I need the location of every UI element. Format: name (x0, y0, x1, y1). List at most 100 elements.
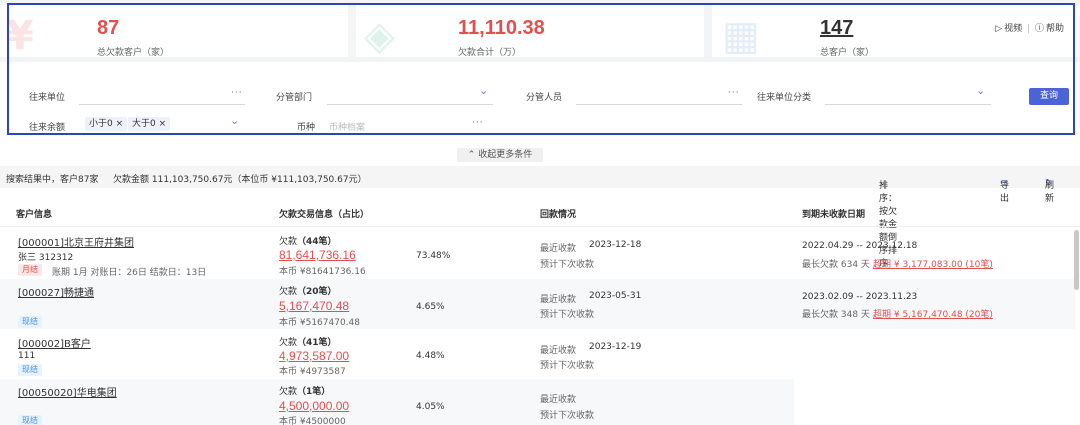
last-receipt-date: 2023-12-18 (589, 240, 642, 250)
tag-text: 小于0 (89, 119, 113, 129)
document-stamp-icon: ◈ (364, 13, 395, 59)
category-label: 往来单位分类 (757, 93, 812, 103)
settle-badge: 月结 (18, 264, 42, 276)
question-icon: ⓘ (1034, 24, 1044, 34)
staff-input[interactable] (576, 104, 742, 105)
debt-ratio: 73.48% (416, 251, 451, 261)
partner-input[interactable] (79, 104, 245, 105)
stat-value: 87 (97, 17, 120, 39)
debt-title: 欠款 (279, 287, 298, 297)
customer-link[interactable]: [000002]B客户 (18, 339, 91, 350)
category-select[interactable] (825, 104, 991, 105)
overdue-link[interactable]: 超期 ¥ 5,167,470.48 (20笔) (873, 310, 993, 320)
partner-label: 往来单位 (29, 93, 66, 103)
table-header: 客户信息 欠款交易信息（占比） 回款情况 到期未收款日期 (0, 195, 1080, 227)
ellipsis-icon[interactable]: ··· (231, 88, 243, 98)
ellipsis-icon[interactable]: ··· (728, 88, 740, 98)
stat-value: 11,110.38 (458, 17, 545, 39)
balance-tag-gt0[interactable]: 大于0 × (128, 117, 171, 131)
customer-link[interactable]: [000027]畅捷通 (18, 288, 94, 299)
col-due: 到期未收款日期 (802, 210, 866, 220)
currency-label: 币种 (297, 123, 316, 133)
base-amount: 本币 ¥5167470.48 (279, 318, 360, 328)
next-receipt-label: 预计下次收款 (540, 260, 595, 270)
table-row[interactable]: [00050020]华电集团 现结 欠款（1笔） 4,500,000.00 本币… (0, 379, 794, 425)
filter-panel: 往来单位 ··· 分管部门 ⌄ 分管人员 ··· 往来单位分类 ⌄ 查询 往来余… (9, 64, 1073, 135)
stat-label: 欠款合计（万） (458, 48, 522, 58)
building-icon: ▦ (722, 13, 760, 59)
debt-count: （1笔） (297, 387, 331, 397)
last-receipt-label: 最近收款 (540, 395, 577, 405)
table-row[interactable]: [000001]北京王府井集团 张三 312312 月结 账期 1月 对账日：2… (0, 228, 1080, 278)
customer-contact: 111 (18, 351, 36, 361)
col-receipt: 回款情况 (540, 210, 577, 220)
customer-link[interactable]: [00050020]华电集团 (18, 388, 117, 399)
next-receipt-label: 预计下次收款 (540, 361, 595, 371)
help-links: ▷ 视频 | ⓘ 帮助 (995, 24, 1064, 34)
help-link[interactable]: 帮助 (1046, 24, 1064, 34)
settle-badge: 现结 (18, 316, 42, 328)
balance-label: 往来余额 (29, 123, 66, 133)
customer-link[interactable]: [000001]北京王府井集团 (18, 238, 134, 249)
debt-title: 欠款 (279, 338, 298, 348)
stat-card-debt-customers: ¥ 87 总欠款客户（家） (0, 5, 348, 59)
ellipsis-icon[interactable]: ··· (472, 118, 484, 128)
overdue-link[interactable]: 超期 ¥ 3,177,083.00 (10笔) (873, 260, 993, 270)
chevron-down-icon[interactable]: ⌄ (479, 84, 488, 97)
play-icon: ▷ (995, 24, 1003, 34)
due-range: 2022.04.29 -- 2023.12.18 (802, 241, 918, 251)
debt-ratio: 4.65% (416, 302, 445, 312)
debt-amount-link[interactable]: 4,500,000.00 (279, 399, 349, 413)
chevron-down-icon: ⌄ (879, 178, 887, 188)
vertical-scrollbar[interactable] (1074, 230, 1079, 290)
debt-title: 欠款 (279, 387, 298, 397)
balance-tag-lt0[interactable]: 小于0 × (85, 117, 128, 131)
dept-select[interactable] (327, 104, 493, 105)
query-button[interactable]: 查询 (1029, 88, 1069, 105)
last-receipt-label: 最近收款 (540, 346, 577, 356)
debt-ratio: 4.48% (416, 351, 445, 361)
currency-input[interactable]: 币种档案 (329, 120, 365, 133)
next-receipt-label: 预计下次收款 (540, 411, 595, 421)
last-receipt-label: 最近收款 (540, 295, 577, 305)
col-debt: 欠款交易信息（占比） (279, 210, 370, 220)
staff-label: 分管人员 (526, 93, 563, 103)
customer-contact: 张三 312312 (18, 253, 74, 263)
customer-terms: 账期 1月 对账日：26日 结款日：13日 (52, 268, 207, 278)
chevron-down-icon[interactable]: ⌄ (230, 114, 239, 127)
dept-label: 分管部门 (276, 93, 313, 103)
table-row[interactable]: [000002]B客户 111 现结 欠款（41笔） 4,973,587.00 … (0, 330, 1080, 378)
debt-amount-link[interactable]: 5,167,470.48 (279, 299, 349, 313)
stats-bar: ¥ 87 总欠款客户（家） ◈ 11,110.38 欠款合计（万） ▦ 147 … (0, 0, 1080, 62)
debt-amount-link[interactable]: 4,973,587.00 (279, 349, 349, 363)
base-amount: 本币 ¥81641736.16 (279, 267, 366, 277)
stat-card-total-customers: ▦ 147 总客户（家） ▷ 视频 | ⓘ 帮助 (712, 5, 1080, 59)
chevron-down-icon[interactable]: ⌄ (976, 84, 985, 97)
stat-value[interactable]: 147 (820, 17, 853, 40)
max-days: 最长欠款 634 天 (802, 260, 870, 270)
collapse-filters-button[interactable]: ⌃ 收起更多条件 (457, 148, 543, 162)
chevron-up-icon: ⌃ (467, 150, 476, 160)
due-range: 2023.02.09 -- 2023.11.23 (802, 292, 918, 302)
base-amount: 本币 ¥4500000 (279, 417, 346, 425)
balance-select[interactable] (79, 134, 245, 135)
settle-badge: 现结 (18, 364, 42, 376)
debt-amount-link[interactable]: 81,641,736.16 (279, 248, 356, 262)
tag-text: 大于0 (132, 119, 156, 129)
debt-title: 欠款 (279, 237, 298, 247)
stat-card-debt-total: ◈ 11,110.38 欠款合计（万） (356, 5, 704, 59)
video-link[interactable]: 视频 (1004, 24, 1022, 34)
result-count: 搜索结果中，客户87家 (6, 175, 99, 185)
base-amount: 本币 ¥4973587 (279, 367, 346, 377)
col-customer: 客户信息 (16, 210, 53, 220)
result-summary: 搜索结果中，客户87家 欠款金额 111,103,750.67元（本位币 ¥11… (0, 166, 1080, 269)
debt-count: （44笔） (297, 237, 337, 247)
debt-count: （20笔） (297, 287, 337, 297)
last-receipt-date: 2023-12-19 (589, 342, 642, 352)
debt-ratio: 4.05% (416, 402, 445, 412)
next-receipt-label: 预计下次收款 (540, 310, 595, 320)
debt-count: （41笔） (297, 338, 337, 348)
stat-label: 总欠款客户（家） (97, 48, 170, 58)
last-receipt-label: 最近收款 (540, 244, 577, 254)
table-row[interactable]: [000027]畅捷通 现结 欠款（20笔） 5,167,470.48 本币 ¥… (0, 279, 1075, 329)
